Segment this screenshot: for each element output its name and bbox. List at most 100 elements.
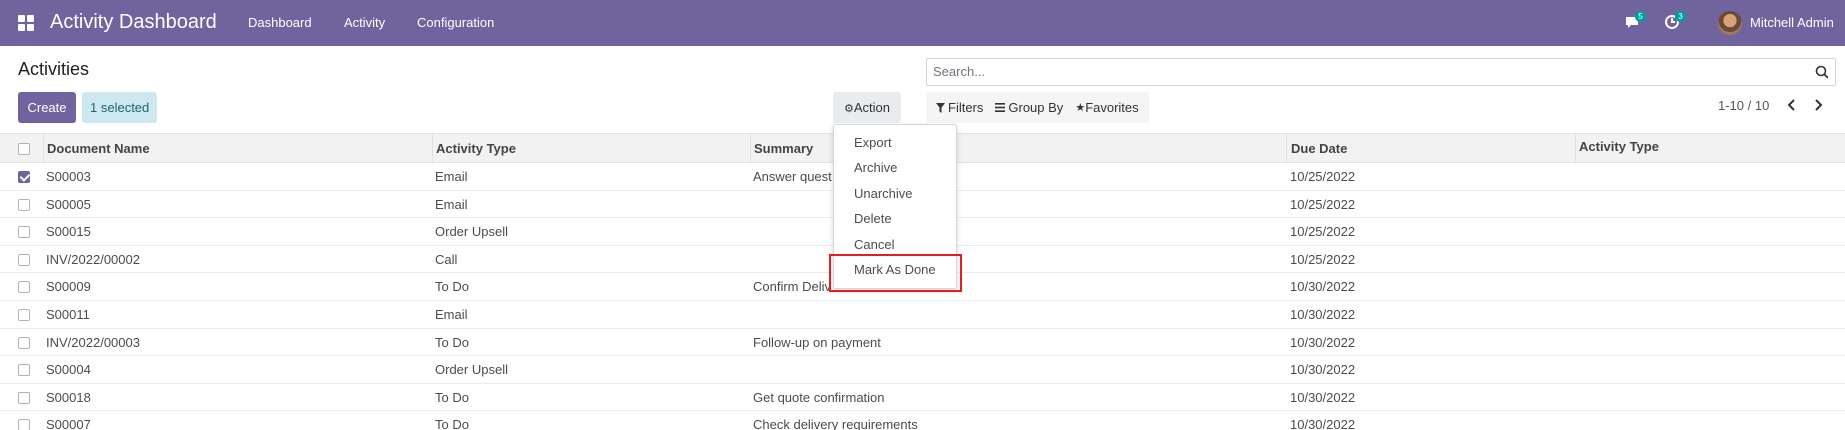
table-row[interactable]: S00004 Order Upsell 10/30/2022 <box>0 356 1845 384</box>
user-name[interactable]: Mitchell Admin <box>1750 15 1834 30</box>
chevron-right-icon[interactable] <box>1812 98 1824 112</box>
cell-summary: Follow-up on payment <box>753 334 881 350</box>
row-checkbox[interactable] <box>18 171 30 183</box>
menu-configuration[interactable]: Configuration <box>417 15 494 30</box>
column-separator <box>432 134 433 163</box>
bars-icon <box>995 103 1006 112</box>
row-checkbox[interactable] <box>18 198 30 211</box>
col-document-name[interactable]: Document Name <box>47 141 150 156</box>
cell-summary: Answer quest <box>753 169 832 184</box>
table-row[interactable]: S00011 Email 10/30/2022 <box>0 301 1845 329</box>
table-row[interactable]: S00007 To Do Check delivery requirements 10… <box>0 411 1845 430</box>
gear-icon: ⚙ <box>843 103 854 115</box>
cell-due-date: 10/25/2022 <box>1290 196 1356 212</box>
menu-item-unarchive[interactable]: Unarchive <box>854 186 913 201</box>
cell-activity-type: Order Upsell <box>435 224 508 240</box>
pager-value[interactable]: 1-10 / 10 <box>1718 98 1769 113</box>
cell-activity-type: Email <box>435 196 468 212</box>
cell-due-date: 10/30/2022 <box>1290 362 1356 378</box>
cell-summary: Get quote confirmation <box>753 389 885 405</box>
col-activity-type[interactable]: Activity Type <box>436 141 516 156</box>
col-activity-type-2[interactable]: Activity Type <box>1579 139 1659 154</box>
apps-menu-icon[interactable] <box>18 15 34 31</box>
star-icon: ★ <box>1075 102 1086 114</box>
search-icon[interactable] <box>1815 65 1829 79</box>
messages-icon[interactable]: 5 <box>1624 11 1646 32</box>
search-input[interactable]: Search... <box>933 64 985 79</box>
favorites-label: Favorites <box>1085 100 1139 115</box>
cell-document-name: S00007 <box>46 417 91 430</box>
cell-due-date: 10/25/2022 <box>1290 224 1356 240</box>
cell-activity-type: Email <box>435 169 468 184</box>
app-title[interactable]: Activity Dashboard <box>50 11 217 34</box>
column-separator <box>1575 134 1576 163</box>
cell-activity-type: To Do <box>435 389 469 405</box>
action-button[interactable]: ⚙Action <box>833 92 901 123</box>
row-checkbox[interactable] <box>18 419 30 430</box>
groupby-label: Group By <box>1008 100 1064 115</box>
search-options-bar: Filters Group By ★ Favorites <box>926 92 1149 123</box>
row-checkbox[interactable] <box>18 309 30 321</box>
chevron-left-icon[interactable] <box>1786 98 1798 112</box>
row-checkbox[interactable] <box>18 336 30 349</box>
cell-activity-type: To Do <box>435 417 469 430</box>
cell-document-name: S00005 <box>46 196 91 212</box>
cell-due-date: 10/25/2022 <box>1290 169 1356 184</box>
cell-activity-type: Call <box>435 251 458 267</box>
row-checkbox[interactable] <box>18 281 30 294</box>
cell-activity-type: Order Upsell <box>435 362 508 378</box>
favorites-toggle[interactable]: ★ Favorites <box>1075 100 1138 115</box>
row-checkbox[interactable] <box>18 364 30 377</box>
column-separator <box>1286 134 1287 163</box>
cell-activity-type: Email <box>435 307 468 322</box>
search-box[interactable]: Search... <box>926 58 1836 86</box>
cell-document-name: INV/2022/00003 <box>46 334 140 350</box>
menu-item-export[interactable]: Export <box>854 135 892 150</box>
menu-item-cancel[interactable]: Cancel <box>854 237 894 252</box>
menu-activity[interactable]: Activity <box>344 15 385 30</box>
table-row[interactable]: S00018 To Do Get quote confirmation 10/30/2… <box>0 384 1845 412</box>
select-all-checkbox[interactable] <box>18 143 30 155</box>
filters-toggle[interactable]: Filters <box>936 100 983 115</box>
table-row[interactable]: INV/2022/00003 To Do Follow-up on payment 1… <box>0 329 1845 357</box>
cell-due-date: 10/25/2022 <box>1290 251 1356 267</box>
filter-icon <box>936 102 945 113</box>
column-separator <box>43 134 44 163</box>
cell-activity-type: To Do <box>435 279 469 295</box>
row-checkbox[interactable] <box>18 226 30 239</box>
highlight-box <box>829 254 962 292</box>
activities-badge: 3 <box>1675 11 1686 22</box>
cell-document-name: S00015 <box>46 224 91 240</box>
create-button[interactable]: Create <box>18 92 76 123</box>
cell-document-name: INV/2022/00002 <box>46 251 140 267</box>
menu-item-delete[interactable]: Delete <box>854 211 892 226</box>
row-checkbox[interactable] <box>18 391 30 404</box>
cell-due-date: 10/30/2022 <box>1290 279 1356 295</box>
row-checkbox[interactable] <box>18 253 30 266</box>
cell-due-date: 10/30/2022 <box>1290 389 1356 405</box>
cell-document-name: S00009 <box>46 279 91 295</box>
action-label: Action <box>853 100 890 115</box>
activities-clock-icon[interactable]: 3 <box>1664 11 1686 32</box>
page-title: Activities <box>18 59 90 79</box>
cell-activity-type: To Do <box>435 334 469 350</box>
menu-item-archive[interactable]: Archive <box>854 160 897 175</box>
cell-summary: Check delivery requirements <box>753 417 918 430</box>
user-avatar[interactable] <box>1718 11 1742 35</box>
filters-label: Filters <box>948 100 984 115</box>
cell-document-name: S00004 <box>46 362 91 378</box>
cell-due-date: 10/30/2022 <box>1290 307 1356 322</box>
cell-document-name: S00018 <box>46 389 91 405</box>
messages-badge: 5 <box>1635 11 1646 22</box>
menu-dashboard[interactable]: Dashboard <box>248 15 312 30</box>
groupby-toggle[interactable]: Group By <box>995 100 1063 115</box>
col-due-date[interactable]: Due Date <box>1291 141 1347 156</box>
cell-document-name: S00011 <box>46 307 90 322</box>
column-separator <box>750 134 751 163</box>
top-navbar: Activity Dashboard Dashboard Activity Co… <box>0 0 1845 46</box>
selected-count-badge[interactable]: 1 selected <box>82 92 158 123</box>
cell-summary: Confirm Deliv <box>753 279 832 295</box>
col-summary[interactable]: Summary <box>754 141 813 156</box>
cell-due-date: 10/30/2022 <box>1290 334 1356 350</box>
cell-due-date: 10/30/2022 <box>1290 417 1356 430</box>
